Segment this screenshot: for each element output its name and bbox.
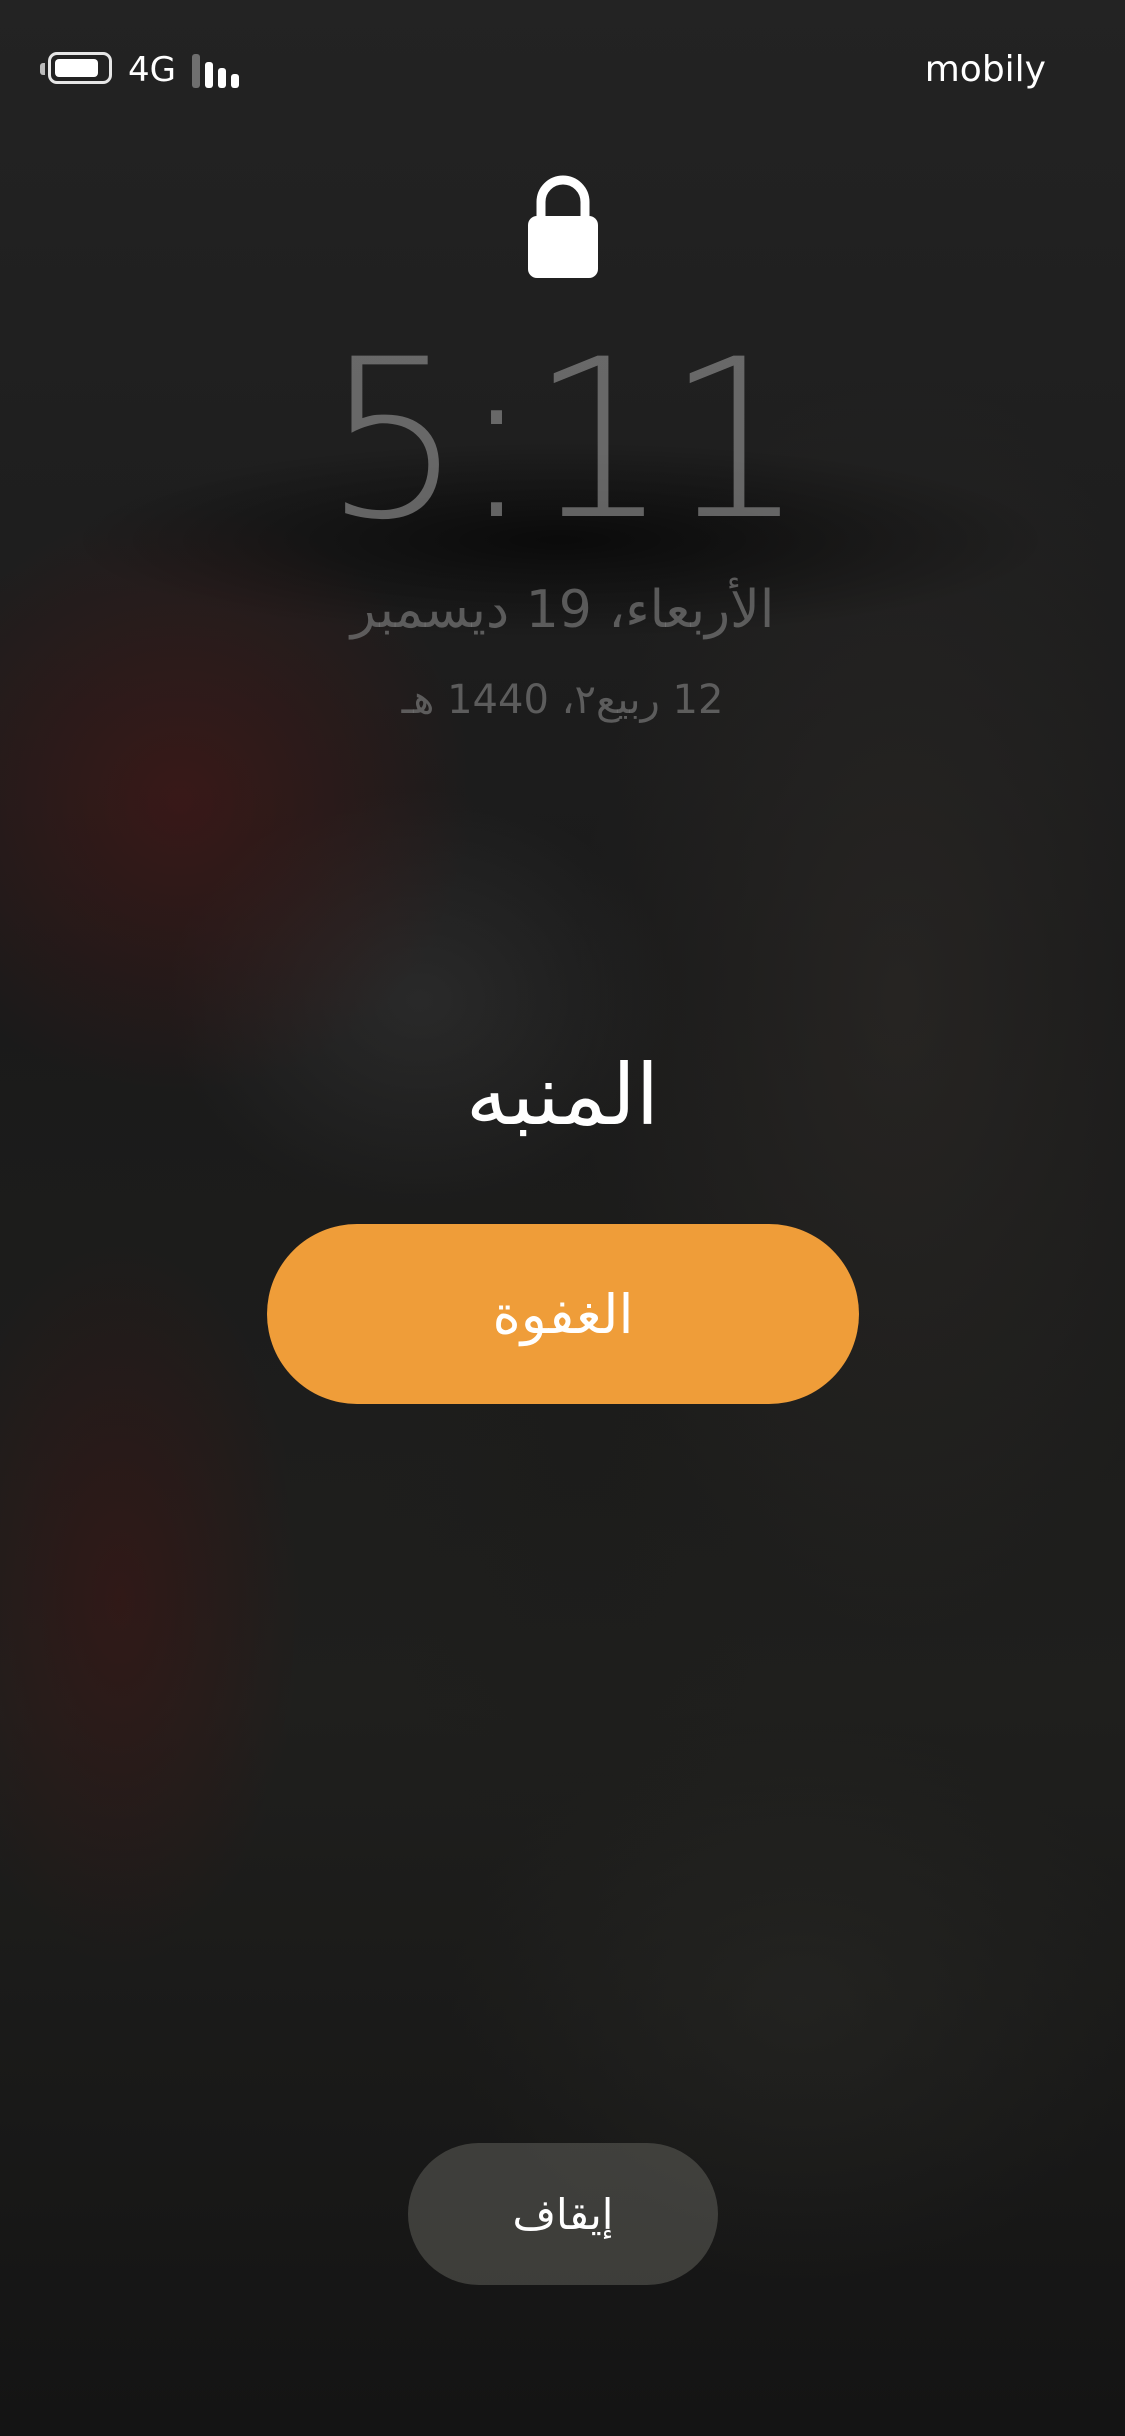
stop-button-label: إيقاف <box>512 2189 614 2239</box>
lock-screen-time: 5:11 <box>323 312 805 568</box>
lock-screen-date: الأربعاء، 19 ديسمبر <box>350 580 775 640</box>
signal-bar <box>218 68 226 88</box>
snooze-button-label: الغفوة <box>492 1282 634 1346</box>
signal-bar <box>192 54 200 88</box>
signal-bar <box>205 62 213 88</box>
hijri-date: 12 ربيع٢، 1440 هـ <box>401 677 724 723</box>
carrier-name: mobily <box>924 49 1046 90</box>
alarm-label: المنبه <box>465 1046 660 1144</box>
status-bar: 4G mobily <box>0 0 1125 140</box>
battery-icon <box>48 52 112 84</box>
snooze-button[interactable]: الغفوة <box>267 1224 859 1404</box>
lock-icon <box>528 175 598 278</box>
network-type: 4G <box>128 50 176 90</box>
signal-strength-icon <box>192 54 252 88</box>
battery-cap <box>40 63 45 75</box>
battery-fill <box>55 59 98 77</box>
stop-button[interactable]: إيقاف <box>408 2143 718 2285</box>
signal-bar <box>231 74 239 88</box>
